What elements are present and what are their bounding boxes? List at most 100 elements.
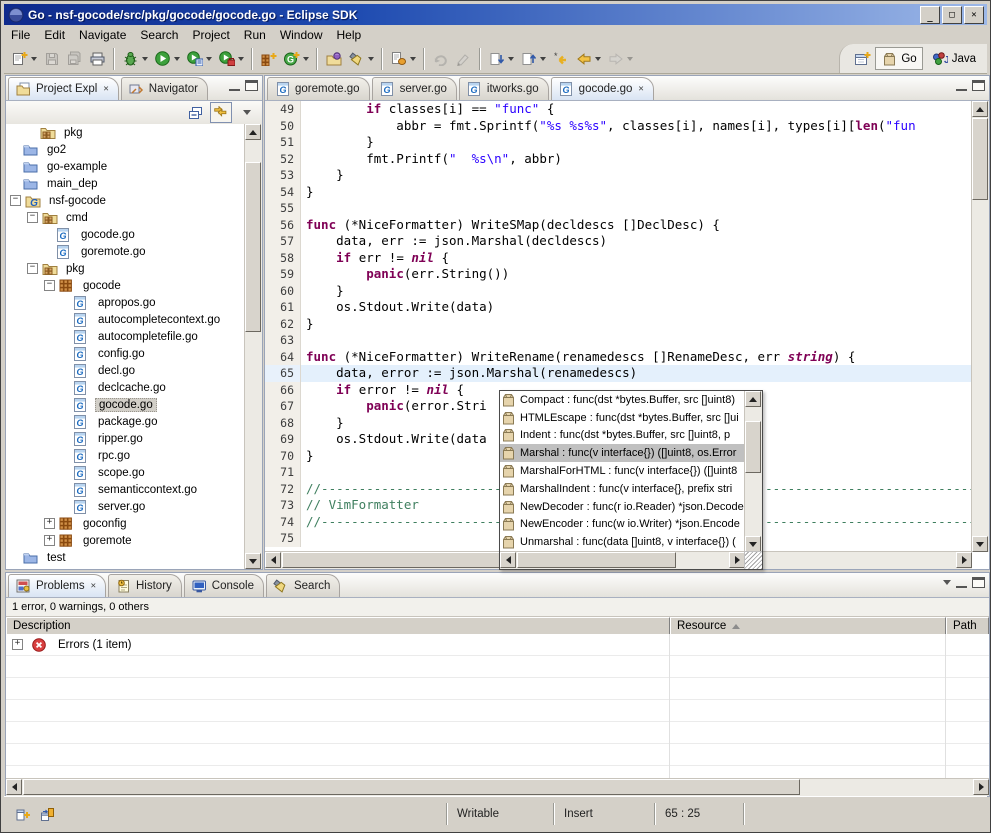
dropdown-arrow-icon[interactable] (303, 57, 309, 61)
menu-navigate[interactable]: Navigate (72, 26, 133, 44)
completion-item[interactable]: Indent : func(dst *bytes.Buffer, src []u… (500, 427, 745, 445)
run-history-button[interactable] (183, 48, 215, 70)
scroll-left-icon[interactable] (500, 552, 516, 568)
scroll-down-icon[interactable] (245, 553, 261, 569)
new-wizard-button[interactable] (8, 48, 40, 70)
scroll-thumb[interactable] (245, 162, 261, 332)
tree-item-apropos.go[interactable]: Gapropos.go (6, 294, 245, 311)
run-button[interactable] (151, 48, 183, 70)
explorer-tab-navigator[interactable]: Navigator (121, 77, 208, 100)
minus-expander-icon[interactable]: − (44, 280, 55, 291)
code-line[interactable]: 57 data, err := json.Marshal(decldescs) (265, 233, 972, 250)
dropdown-arrow-icon[interactable] (540, 57, 546, 61)
tree-item-gocode.go[interactable]: Ggocode.go (6, 396, 245, 413)
open-perspective-icon[interactable] (854, 50, 871, 67)
maximize-button[interactable]: □ (942, 6, 962, 24)
tree-item-cmd[interactable]: −cmd (6, 209, 245, 226)
tree-scrollbar[interactable] (244, 124, 262, 569)
dropdown-arrow-icon[interactable] (31, 57, 37, 61)
tree-item-goconfig[interactable]: +goconfig (6, 515, 245, 532)
editor-tab-goremote-go[interactable]: Ggoremote.go (267, 77, 370, 100)
minus-expander-icon[interactable]: − (27, 263, 38, 274)
search-button[interactable] (345, 48, 377, 70)
close-button[interactable]: ✕ (964, 6, 984, 24)
tree-item-package.go[interactable]: Gpackage.go (6, 413, 245, 430)
code-line[interactable]: 62} (265, 316, 972, 333)
tree-item-autocompletefile.go[interactable]: Gautocompletefile.go (6, 328, 245, 345)
dropdown-arrow-icon[interactable] (368, 57, 374, 61)
tree-item-pkg[interactable]: pkg (6, 124, 245, 141)
open-type-button[interactable] (322, 48, 345, 70)
problems-row-errors[interactable]: +Errors (1 item) (6, 634, 989, 656)
completion-item[interactable]: MarshalForHTML : func(v interface{}) ([]… (500, 462, 745, 480)
scroll-up-icon[interactable] (245, 124, 261, 140)
tree-item-gocode.go[interactable]: Ggocode.go (6, 226, 245, 243)
code-line[interactable]: 53 } (265, 167, 972, 184)
code-line[interactable]: 50 abbr = fmt.Sprintf("%s %s%s", classes… (265, 118, 972, 135)
tree-item-decl.go[interactable]: Gdecl.go (6, 362, 245, 379)
maximize-view-icon[interactable] (245, 80, 258, 91)
debug-button[interactable] (119, 48, 151, 70)
scroll-up-icon[interactable] (745, 391, 761, 407)
prev-ann-button[interactable] (517, 48, 549, 70)
problems-hscrollbar[interactable] (6, 778, 989, 796)
tree-item-server.go[interactable]: Gserver.go (6, 498, 245, 515)
problems-tab-search[interactable]: Search (266, 574, 340, 597)
completion-item[interactable]: Unmarshal : func(data []uint8, v interfa… (500, 533, 745, 551)
menu-file[interactable]: File (4, 26, 37, 44)
plus-expander-icon[interactable]: + (12, 639, 23, 650)
editor-tab-server-go[interactable]: Gserver.go (372, 77, 457, 100)
code-line[interactable]: 55 (265, 200, 972, 217)
scroll-down-icon[interactable] (972, 536, 988, 552)
scroll-thumb[interactable] (972, 118, 988, 200)
fast-view-icon[interactable] (14, 806, 31, 823)
tree-item-main_dep[interactable]: main_dep (6, 175, 245, 192)
tree-item-ripper.go[interactable]: Gripper.go (6, 430, 245, 447)
code-line[interactable]: 60 } (265, 283, 972, 300)
tree-item-declcache.go[interactable]: Gdeclcache.go (6, 379, 245, 396)
tree-item-go-example[interactable]: go-example (6, 158, 245, 175)
tree-item-config.go[interactable]: Gconfig.go (6, 345, 245, 362)
run-external-button[interactable] (215, 48, 247, 70)
annotation-button[interactable] (387, 48, 419, 70)
dropdown-arrow-icon[interactable] (508, 57, 514, 61)
menu-run[interactable]: Run (237, 26, 273, 44)
column-resource[interactable]: Resource (670, 617, 946, 635)
restore-trim-icon[interactable] (39, 806, 56, 823)
scroll-right-icon[interactable] (956, 552, 972, 568)
scroll-down-icon[interactable] (745, 536, 761, 552)
explorer-tab-project-expl[interactable]: Project Expl✕ (8, 77, 119, 100)
tree-item-goremote.go[interactable]: Ggoremote.go (6, 243, 245, 260)
popup-resize-grip[interactable] (744, 551, 762, 569)
scroll-up-icon[interactable] (972, 101, 988, 117)
menu-help[interactable]: Help (330, 26, 369, 44)
column-description[interactable]: Description (6, 617, 670, 635)
dropdown-arrow-icon[interactable] (595, 57, 601, 61)
minimize-editor-icon[interactable] (956, 87, 967, 91)
perspective-java-button[interactable]: JJava (927, 48, 981, 69)
scroll-right-icon[interactable] (729, 552, 745, 568)
minus-expander-icon[interactable]: − (10, 195, 21, 206)
code-line[interactable]: 54} (265, 184, 972, 201)
code-line[interactable]: 52 fmt.Printf(" %s\n", abbr) (265, 151, 972, 168)
menu-edit[interactable]: Edit (37, 26, 72, 44)
menu-search[interactable]: Search (133, 26, 185, 44)
close-icon[interactable]: ✕ (638, 84, 643, 94)
minimize-view-icon[interactable] (956, 584, 967, 588)
completion-item[interactable]: Marshal : func(v interface{}) ([]uint8, … (500, 444, 745, 462)
plus-expander-icon[interactable]: + (44, 518, 55, 529)
link-with-editor-icon[interactable] (210, 102, 232, 123)
close-icon[interactable]: ✕ (91, 581, 96, 591)
maximize-editor-icon[interactable] (972, 80, 985, 91)
completion-item[interactable]: NewEncoder : func(w io.Writer) *json.Enc… (500, 516, 745, 534)
dropdown-arrow-icon[interactable] (142, 57, 148, 61)
view-menu-icon[interactable] (943, 580, 951, 585)
next-ann-button[interactable] (485, 48, 517, 70)
tree-item-test[interactable]: test (6, 549, 245, 566)
scroll-right-icon[interactable] (973, 779, 989, 795)
new-package-button[interactable] (257, 48, 280, 70)
code-line[interactable]: 61 os.Stdout.Write(data) (265, 299, 972, 316)
tree-item-semanticcontext.go[interactable]: Gsemanticcontext.go (6, 481, 245, 498)
tree-item-nsf-gocode[interactable]: −Gnsf-gocode (6, 192, 245, 209)
scroll-left-icon[interactable] (6, 779, 22, 795)
